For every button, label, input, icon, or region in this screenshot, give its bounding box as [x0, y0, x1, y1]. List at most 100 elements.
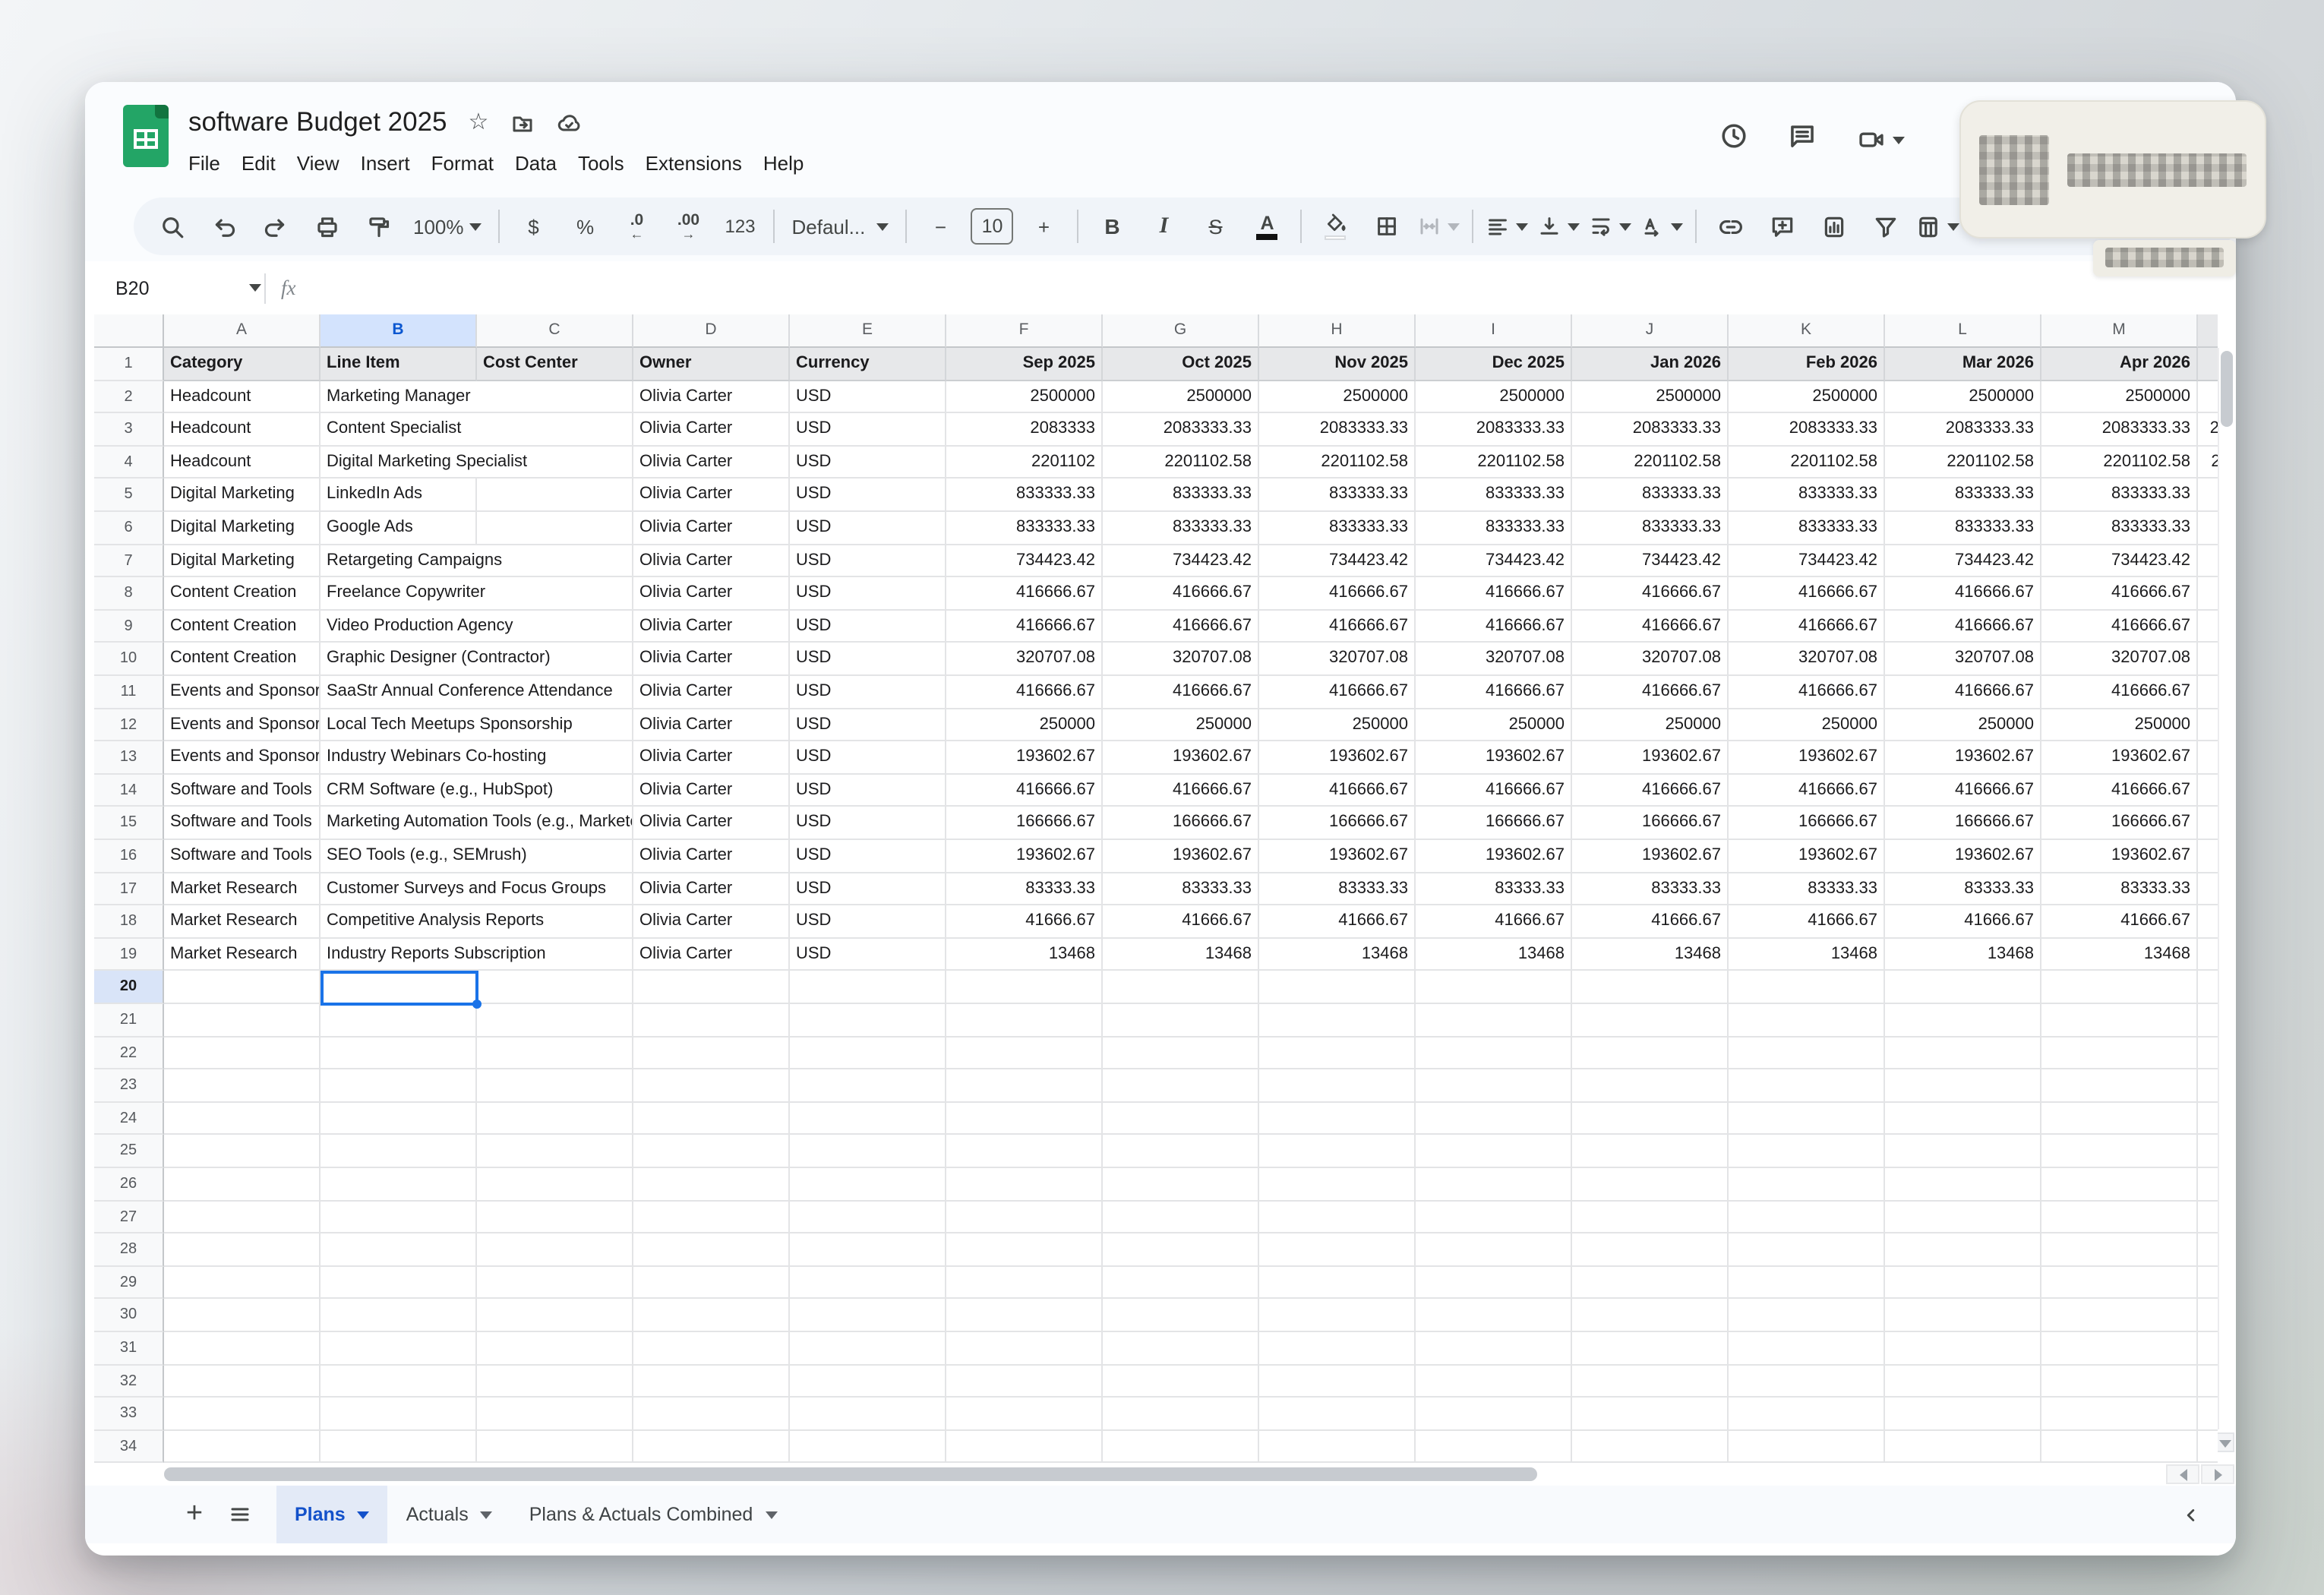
cell-header-month[interactable]: Oct 2025 [1103, 348, 1259, 381]
cell-empty[interactable] [1572, 1267, 1729, 1300]
cell-empty[interactable] [1572, 1037, 1729, 1069]
move-to-folder-icon[interactable] [510, 110, 534, 134]
cell-month-value[interactable]: 13468 [1416, 939, 1572, 971]
cell-empty[interactable] [164, 1201, 320, 1233]
cell-empty[interactable] [946, 1233, 1103, 1266]
cell-month-value[interactable]: 833333.33 [1259, 479, 1416, 512]
cell-month-value-partial[interactable]: 41666.67 [2198, 905, 2218, 938]
cell-empty[interactable] [1416, 1398, 1572, 1430]
cell-empty[interactable] [633, 1332, 790, 1365]
cell-empty[interactable] [1416, 1431, 1572, 1464]
cell-currency[interactable]: USD [790, 840, 946, 873]
cell-month-value[interactable]: 416666.67 [1885, 775, 2041, 807]
cell-month-value[interactable]: 2201102.58 [2041, 447, 2198, 479]
cell-empty[interactable] [2041, 1168, 2198, 1201]
cell-empty[interactable] [1572, 1201, 1729, 1233]
row-header-12[interactable]: 12 [94, 709, 164, 741]
menu-item-view[interactable]: View [286, 149, 350, 178]
cell-month-value-partial[interactable]: 416666.67 [2198, 676, 2218, 709]
cell-owner[interactable]: Olivia Carter [633, 381, 790, 413]
cell-empty[interactable] [1885, 1233, 2041, 1266]
cell-empty[interactable] [1729, 971, 1885, 1004]
cell-empty[interactable] [1729, 1168, 1885, 1201]
cell-month-value[interactable]: 2500000 [946, 381, 1103, 413]
format-currency-button[interactable]: $ [508, 205, 560, 248]
cell-empty[interactable] [790, 1233, 946, 1266]
row-header-19[interactable]: 19 [94, 939, 164, 971]
cell-owner[interactable]: Olivia Carter [633, 643, 790, 676]
cell-empty[interactable] [2041, 1135, 2198, 1168]
cell-empty[interactable] [946, 1103, 1103, 1135]
cell-month-value-partial[interactable]: 416666.67 [2198, 775, 2218, 807]
cell-header-category[interactable]: Category [164, 348, 320, 381]
cell-owner[interactable]: Olivia Carter [633, 479, 790, 512]
cell-empty[interactable] [164, 1135, 320, 1168]
cell-empty[interactable] [1729, 1300, 1885, 1332]
cell-category[interactable]: Events and Sponsorships [164, 709, 320, 741]
decrease-font-size-button[interactable]: − [915, 205, 967, 248]
cell-month-value[interactable]: 416666.67 [1572, 611, 1729, 643]
cell-empty-partial[interactable] [2198, 1135, 2218, 1168]
cell-month-value[interactable]: 416666.67 [1572, 676, 1729, 709]
cell-month-value[interactable]: 193602.67 [1885, 741, 2041, 774]
cell-month-value[interactable]: 734423.42 [1885, 545, 2041, 577]
cell-empty[interactable] [320, 1431, 477, 1464]
cell-month-value[interactable]: 193602.67 [1572, 741, 1729, 774]
cell-line-item[interactable]: LinkedIn Ads [320, 479, 477, 512]
cell-empty[interactable] [1416, 1103, 1572, 1135]
horizontal-align-button[interactable] [1482, 205, 1533, 248]
row-header-31[interactable]: 31 [94, 1332, 164, 1365]
cell-empty[interactable] [477, 1135, 633, 1168]
cell-empty[interactable] [946, 1332, 1103, 1365]
cell-header-cost-center[interactable]: Cost Center [477, 348, 633, 381]
cell-empty[interactable] [1103, 1069, 1259, 1102]
cell-header-currency[interactable]: Currency [790, 348, 946, 381]
cell-month-value[interactable]: 2083333.33 [1572, 413, 1729, 446]
cell-month-value[interactable]: 2201102.58 [1729, 447, 1885, 479]
cell-month-value[interactable]: 250000 [1103, 709, 1259, 741]
cell-category[interactable]: Software and Tools [164, 807, 320, 840]
cell-empty[interactable] [320, 1267, 477, 1300]
row-header-17[interactable]: 17 [94, 873, 164, 905]
cell-empty[interactable] [1103, 1004, 1259, 1037]
cell-empty[interactable] [1572, 1300, 1729, 1332]
cell-empty[interactable] [320, 1168, 477, 1201]
cell-month-value[interactable]: 193602.67 [1416, 741, 1572, 774]
cell-empty[interactable] [1259, 1037, 1416, 1069]
cell-month-value-partial[interactable]: 193602.67 [2198, 741, 2218, 774]
cell-month-value[interactable]: 320707.08 [1885, 643, 2041, 676]
cell-empty[interactable] [633, 1431, 790, 1464]
column-header-H[interactable]: H [1259, 314, 1416, 348]
cell-empty[interactable] [477, 1168, 633, 1201]
cell-month-value[interactable]: 193602.67 [946, 840, 1103, 873]
cell-empty[interactable] [1885, 1103, 2041, 1135]
row-header-2[interactable]: 2 [94, 381, 164, 413]
all-sheets-menu-icon[interactable] [228, 1502, 252, 1527]
cell-empty[interactable] [1572, 1103, 1729, 1135]
cell-month-value[interactable]: 833333.33 [1572, 512, 1729, 545]
cell-empty[interactable] [2041, 1398, 2198, 1430]
row-header-11[interactable]: 11 [94, 676, 164, 709]
cell-category[interactable]: Headcount [164, 381, 320, 413]
cell-empty[interactable] [2041, 1069, 2198, 1102]
cell-month-value[interactable]: 416666.67 [1103, 611, 1259, 643]
cell-empty-partial[interactable] [2198, 1168, 2218, 1201]
cell-category[interactable]: Digital Marketing [164, 479, 320, 512]
cell-owner[interactable]: Olivia Carter [633, 512, 790, 545]
cell-empty[interactable] [1729, 1365, 1885, 1398]
merge-cells-button[interactable] [1413, 205, 1465, 248]
menu-item-file[interactable]: File [178, 149, 231, 178]
cell-empty[interactable] [946, 1004, 1103, 1037]
cell-category[interactable]: Software and Tools [164, 840, 320, 873]
cell-empty[interactable] [1416, 1201, 1572, 1233]
format-percent-button[interactable]: % [560, 205, 611, 248]
cell-month-value-partial[interactable]: 320707.08 [2198, 643, 2218, 676]
meet-dropdown-caret-icon[interactable] [1893, 136, 1905, 144]
cell-header-line-item[interactable]: Line Item [320, 348, 477, 381]
cell-owner[interactable]: Olivia Carter [633, 939, 790, 971]
cell-header-month[interactable]: Apr 2026 [2041, 348, 2198, 381]
cell-category[interactable]: Content Creation [164, 643, 320, 676]
cell-empty[interactable] [946, 1300, 1103, 1332]
cell-empty[interactable] [1416, 1037, 1572, 1069]
cell-empty[interactable] [1729, 1004, 1885, 1037]
